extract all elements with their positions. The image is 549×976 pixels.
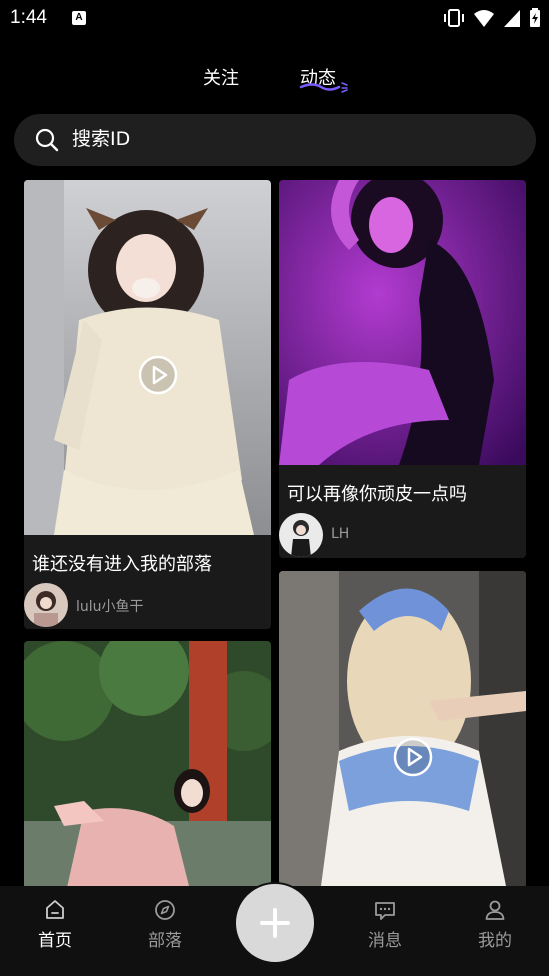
notification-icon: A: [72, 11, 86, 25]
signal-icon: [504, 10, 520, 27]
nav-messages-label: 消息: [368, 931, 402, 951]
post-title: 可以再像你顽皮一点吗: [287, 484, 467, 505]
avatar[interactable]: [24, 583, 68, 627]
tab-follow[interactable]: 关注: [203, 64, 239, 90]
nav-home[interactable]: 首页: [25, 898, 85, 951]
post-title: 谁还没有进入我的部落: [32, 554, 212, 575]
nav-home-label: 首页: [38, 931, 72, 951]
post-image: [279, 180, 526, 465]
play-icon[interactable]: [393, 737, 433, 777]
avatar[interactable]: [279, 513, 323, 557]
post-image: [279, 571, 526, 886]
search-bar[interactable]: [14, 114, 536, 166]
post-card[interactable]: 谁还没有进入我的部落 lulu小鱼干: [24, 180, 271, 629]
message-icon: [375, 902, 395, 920]
nav-me[interactable]: 我的: [465, 898, 525, 951]
create-post-button[interactable]: [234, 882, 316, 964]
post-author[interactable]: LH: [331, 526, 349, 542]
status-indicators: [443, 8, 541, 28]
post-image: [24, 641, 271, 886]
post-card[interactable]: 可以再像你顽皮一点吗 LH: [279, 180, 526, 558]
battery-icon: [530, 8, 540, 27]
search-input[interactable]: [72, 128, 492, 150]
top-tabs: 关注 动态: [0, 56, 549, 100]
nav-tribe[interactable]: 部落: [135, 898, 195, 951]
compass-icon: [155, 900, 175, 920]
wifi-icon: [474, 10, 494, 27]
nav-messages[interactable]: 消息: [355, 898, 415, 951]
nav-tribe-label: 部落: [148, 931, 182, 951]
post-card[interactable]: [24, 641, 271, 886]
feed: 谁还没有进入我的部落 lulu小鱼干 可以再像你顽皮一点吗 LH: [24, 180, 526, 886]
nav-me-label: 我的: [478, 931, 512, 951]
post-author[interactable]: lulu小鱼干: [76, 596, 144, 616]
post-card[interactable]: [279, 571, 526, 886]
plus-icon: [260, 908, 290, 938]
active-tab-indicator: [299, 82, 348, 93]
search-icon: [35, 128, 59, 152]
home-icon: [46, 900, 64, 919]
status-time: 1:44: [10, 7, 47, 28]
play-icon[interactable]: [138, 355, 178, 395]
status-bar: 1:44 A: [0, 0, 549, 38]
vibrate-icon: [444, 9, 464, 27]
user-icon: [485, 900, 505, 920]
